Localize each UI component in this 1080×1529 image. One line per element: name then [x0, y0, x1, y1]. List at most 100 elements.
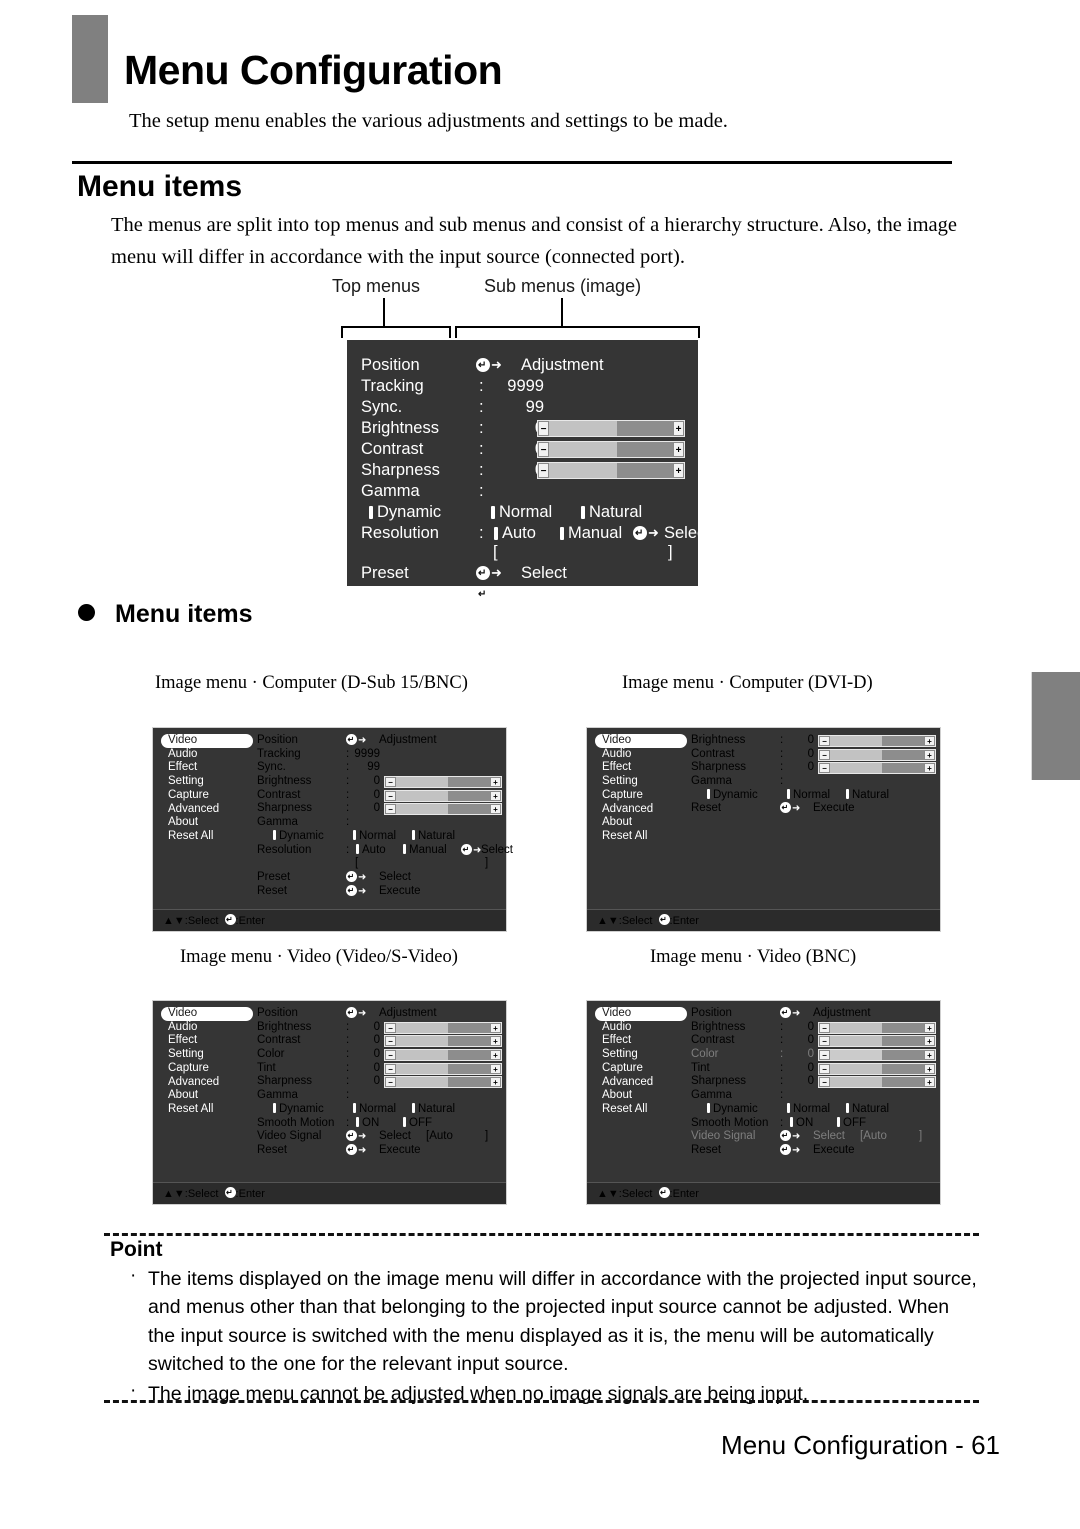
- sidebar-item-setting[interactable]: Setting: [595, 775, 687, 789]
- slider-track[interactable]: [830, 749, 924, 760]
- sidebar-item-advanced[interactable]: Advanced: [161, 1076, 253, 1090]
- slider-track[interactable]: [396, 790, 490, 801]
- sharpness-slider[interactable]: − +: [537, 462, 685, 479]
- sidebar-item-audio[interactable]: Audio: [161, 748, 253, 762]
- row-brightness[interactable]: Brightness:0− +: [691, 1021, 936, 1035]
- decrement-button[interactable]: −: [538, 421, 549, 436]
- brightness-slider[interactable]: − +: [537, 420, 685, 437]
- value-slider[interactable]: − +: [818, 1021, 936, 1034]
- row-reset[interactable]: Reset ↵ ➜ Execute: [257, 884, 502, 899]
- decrement-button[interactable]: −: [819, 1022, 830, 1033]
- increment-button[interactable]: +: [924, 1077, 935, 1088]
- value-slider[interactable]: − +: [818, 735, 936, 747]
- gamma-option-natural[interactable]: Natural: [412, 1102, 455, 1115]
- row-gamma-options[interactable]: Dynamic Normal Natural: [691, 788, 936, 803]
- decrement-button[interactable]: −: [538, 463, 549, 478]
- increment-button[interactable]: +: [924, 763, 935, 774]
- value-slider[interactable]: − +: [384, 803, 502, 816]
- increment-button[interactable]: +: [924, 749, 935, 760]
- row-sharpness[interactable]: Sharpness:0− +: [691, 1075, 936, 1089]
- decrement-button[interactable]: −: [385, 1063, 396, 1074]
- decrement-button[interactable]: −: [385, 777, 396, 788]
- resolution-option-manual[interactable]: Manual: [403, 843, 447, 856]
- gamma-option-normal[interactable]: Normal: [353, 829, 396, 842]
- slider-track[interactable]: [830, 1050, 924, 1061]
- sidebar-item-setting[interactable]: Setting: [595, 1048, 687, 1062]
- decrement-button[interactable]: −: [819, 1063, 830, 1074]
- row-gamma-options[interactable]: Dynamic Normal Natural: [257, 829, 502, 844]
- sidebar-item-video[interactable]: Video: [161, 1007, 253, 1021]
- sidebar-item-about[interactable]: About: [161, 1089, 253, 1103]
- slider-track[interactable]: [549, 442, 673, 457]
- decrement-button[interactable]: −: [385, 1050, 396, 1061]
- gamma-option-dynamic[interactable]: Dynamic: [273, 829, 324, 842]
- sidebar-item-audio[interactable]: Audio: [595, 1021, 687, 1035]
- row-position[interactable]: Position ↵ ➜ Adjustment: [257, 1007, 502, 1021]
- row-position[interactable]: Position ↵ ➜ Adjustment: [257, 734, 502, 748]
- slider-track[interactable]: [396, 1050, 490, 1061]
- sidebar-item-about[interactable]: About: [595, 816, 687, 830]
- increment-button[interactable]: +: [673, 442, 684, 457]
- smooth-motion-off[interactable]: OFF: [837, 1116, 866, 1129]
- value-slider[interactable]: − +: [818, 1049, 936, 1062]
- slider-track[interactable]: [396, 1063, 490, 1074]
- increment-button[interactable]: +: [924, 736, 935, 746]
- gamma-option-normal[interactable]: Normal: [787, 788, 830, 801]
- row-contrast[interactable]: Contrast:0− +: [257, 789, 502, 803]
- sidebar-item-advanced[interactable]: Advanced: [161, 803, 253, 817]
- sidebar-item-video[interactable]: Video: [595, 1007, 687, 1021]
- row-video-signal[interactable]: Video Signal ↵ ➜ Select [Auto]: [257, 1130, 502, 1144]
- slider-track[interactable]: [830, 1022, 924, 1033]
- row-gamma[interactable]: Gamma:: [691, 1089, 936, 1103]
- sidebar-item-effect[interactable]: Effect: [161, 1034, 253, 1048]
- row-gamma-options[interactable]: Dynamic Normal Natural: [691, 1102, 936, 1117]
- slider-track[interactable]: [396, 1022, 490, 1033]
- value-slider[interactable]: − +: [384, 789, 502, 802]
- resolution-option-auto[interactable]: Auto: [494, 524, 536, 543]
- gamma-option-normal[interactable]: Normal: [491, 503, 552, 522]
- sidebar-item-reset-all[interactable]: Reset All: [595, 830, 687, 844]
- row-smooth-motion[interactable]: Smooth Motion: ON OFF: [691, 1116, 936, 1131]
- gamma-option-natural[interactable]: Natural: [846, 1102, 889, 1115]
- row-contrast[interactable]: Contrast:0− +: [257, 1034, 502, 1048]
- decrement-button[interactable]: −: [819, 1077, 830, 1088]
- smooth-motion-off[interactable]: OFF: [403, 1116, 432, 1129]
- gamma-option-natural[interactable]: Natural: [846, 788, 889, 801]
- sidebar-item-reset-all[interactable]: Reset All: [595, 1103, 687, 1117]
- slider-track[interactable]: [830, 1036, 924, 1047]
- smooth-motion-on[interactable]: ON: [790, 1116, 813, 1129]
- row-sharpness[interactable]: Sharpness:0− +: [691, 761, 936, 775]
- increment-button[interactable]: +: [490, 1036, 501, 1047]
- gamma-option-natural[interactable]: Natural: [581, 503, 642, 522]
- resolution-option-auto[interactable]: Auto: [356, 843, 386, 856]
- gamma-option-normal[interactable]: Normal: [353, 1102, 396, 1115]
- row-gamma[interactable]: Gamma:: [257, 1089, 502, 1103]
- slider-track[interactable]: [396, 804, 490, 815]
- value-slider[interactable]: − +: [384, 1062, 502, 1075]
- sidebar-item-capture[interactable]: Capture: [161, 1062, 253, 1076]
- sidebar-item-about[interactable]: About: [161, 816, 253, 830]
- decrement-button[interactable]: −: [819, 763, 830, 774]
- row-video-signal[interactable]: Video Signal ↵ ➜ Select [Auto]: [691, 1130, 936, 1144]
- increment-button[interactable]: +: [490, 790, 501, 801]
- decrement-button[interactable]: −: [385, 790, 396, 801]
- increment-button[interactable]: +: [490, 777, 501, 788]
- slider-track[interactable]: [396, 1077, 490, 1088]
- increment-button[interactable]: +: [673, 463, 684, 478]
- increment-button[interactable]: +: [924, 1050, 935, 1061]
- row-brightness[interactable]: Brightness:0− +: [257, 1021, 502, 1035]
- value-slider[interactable]: − +: [818, 762, 936, 775]
- row-sharpness[interactable]: Sharpness:0− +: [257, 802, 502, 816]
- row-preset[interactable]: Preset ↵ ➜ Select: [257, 870, 502, 885]
- sidebar-item-setting[interactable]: Setting: [161, 775, 253, 789]
- increment-button[interactable]: +: [673, 421, 684, 436]
- sidebar-item-audio[interactable]: Audio: [595, 748, 687, 762]
- decrement-button[interactable]: −: [385, 804, 396, 815]
- value-slider[interactable]: − +: [384, 1021, 502, 1034]
- sidebar-item-effect[interactable]: Effect: [595, 761, 687, 775]
- row-contrast[interactable]: Contrast:0− +: [691, 748, 936, 762]
- slider-track[interactable]: [830, 1077, 924, 1088]
- sidebar-item-advanced[interactable]: Advanced: [595, 1076, 687, 1090]
- slider-track[interactable]: [396, 1036, 490, 1047]
- decrement-button[interactable]: −: [819, 736, 830, 746]
